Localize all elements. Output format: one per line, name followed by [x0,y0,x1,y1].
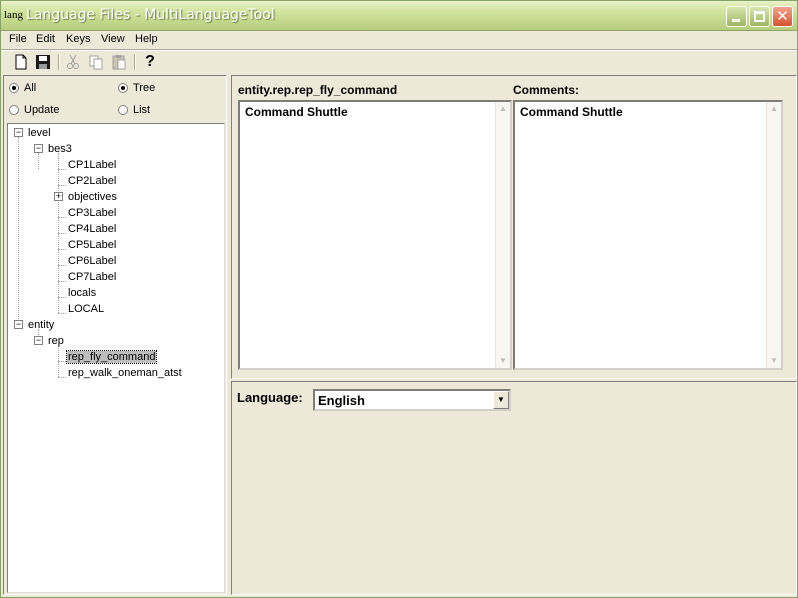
radio-all-indicator[interactable] [9,83,19,93]
menu-edit[interactable]: Edit [36,33,55,45]
tree-node-cp2label[interactable]: CP2Label [68,174,116,188]
minimize-button[interactable] [726,6,747,27]
menu-keys[interactable]: Keys [66,33,90,45]
toolbar: ? [1,51,797,73]
tree-connector [58,249,66,250]
scroll-up-icon[interactable]: ▲ [769,103,779,115]
language-panel: Language: English ▼ [231,381,797,595]
scroll-up-icon[interactable]: ▲ [498,103,508,115]
menu-file[interactable]: File [9,33,27,45]
radio-update-label: Update [24,104,60,116]
save-icon[interactable] [34,53,52,71]
translation-scrollbar[interactable]: ▲ ▼ [495,102,510,368]
minimize-icon [732,19,740,22]
key-path-label: entity.rep.rep_fly_command [238,83,398,97]
tree-connector [58,185,66,186]
maximize-button[interactable] [749,6,770,27]
tree-connector [18,137,19,329]
toolbar-separator [134,54,136,70]
tree-connector [58,233,66,234]
radio-tree[interactable]: Tree [118,82,155,94]
radio-list[interactable]: List [118,104,150,116]
radio-all[interactable]: All [9,82,36,94]
radio-update[interactable]: Update [9,104,59,116]
tree-node-level[interactable]: level [28,126,51,140]
tree-node-cp1label[interactable]: CP1Label [68,158,116,172]
editor-panel: entity.rep.rep_fly_command Comments: Com… [231,75,797,379]
cut-icon[interactable] [64,53,82,71]
tree-connector [38,153,39,169]
tree-node-rep-walk-oneman-atst[interactable]: rep_walk_oneman_atst [68,366,182,380]
tree-node-cp6label[interactable]: CP6Label [68,254,116,268]
toolbar-separator [58,54,60,70]
radio-list-indicator[interactable] [118,105,128,115]
menu-bar: File Edit Keys View Help [1,31,797,49]
tree-node-entity[interactable]: entity [28,318,54,332]
tree-connector [58,265,66,266]
copy-icon[interactable] [87,53,105,71]
app-window: lang Language Files - MultiLanguageTool … [0,0,798,598]
close-button[interactable]: ✕ [772,6,793,27]
tree-connector [58,297,66,298]
close-icon: ✕ [776,7,789,25]
expand-toggle-objectives[interactable]: + [54,192,63,201]
tree-connector [58,169,66,170]
window-title: Language Files - MultiLanguageTool [26,7,275,23]
collapse-toggle-rep[interactable]: − [34,336,43,345]
comments-scrollbar[interactable]: ▲ ▼ [766,102,781,368]
scroll-down-icon[interactable]: ▼ [498,355,508,367]
comments-textbox[interactable]: Command Shuttle ▲ ▼ [513,100,783,370]
menu-help[interactable]: Help [135,33,158,45]
tree-node-bes3[interactable]: bes3 [48,142,72,156]
tree-node-rep[interactable]: rep [48,334,64,348]
radio-tree-indicator[interactable] [118,83,128,93]
collapse-toggle-level[interactable]: − [14,128,23,137]
key-browser-panel: All Tree Update List − − + − − level bes… [3,75,227,595]
title-bar[interactable]: lang Language Files - MultiLanguageTool … [1,1,797,31]
collapse-toggle-entity[interactable]: − [14,320,23,329]
tree-connector [58,313,66,314]
key-tree[interactable]: − − + − − level bes3 CP1Label CP2Label o… [7,123,225,593]
translation-text: Command Shuttle [245,105,348,119]
radio-update-indicator[interactable] [9,105,19,115]
tree-connector [58,217,66,218]
tree-node-locals[interactable]: locals [68,286,96,300]
collapse-toggle-bes3[interactable]: − [34,144,43,153]
tree-node-cp5label[interactable]: CP5Label [68,238,116,252]
tree-node-local[interactable]: LOCAL [68,302,104,316]
tree-connector [58,361,66,362]
new-file-icon[interactable] [12,53,30,71]
tree-node-selected-label: rep_fly_command [65,350,158,364]
chevron-down-icon[interactable]: ▼ [493,391,509,409]
tree-node-cp3label[interactable]: CP3Label [68,206,116,220]
help-icon[interactable]: ? [141,53,159,71]
tree-node-cp7label[interactable]: CP7Label [68,270,116,284]
scroll-down-icon[interactable]: ▼ [769,355,779,367]
radio-list-label: List [133,104,151,116]
comments-label: Comments: [513,83,580,97]
tree-node-objectives[interactable]: objectives [68,190,117,204]
radio-all-label: All [24,82,37,94]
language-label: Language: [237,390,303,405]
translation-textbox[interactable]: Command Shuttle ▲ ▼ [238,100,512,370]
tree-connector [58,281,66,282]
tree-node-rep-fly-command[interactable]: rep_fly_command [65,350,158,364]
tree-connector [58,377,66,378]
maximize-icon [754,11,765,22]
app-icon: lang [4,9,23,21]
radio-tree-label: Tree [133,82,156,94]
language-select-value: English [318,393,365,408]
paste-icon[interactable] [110,53,128,71]
language-select[interactable]: English ▼ [313,389,511,411]
comments-text: Command Shuttle [520,105,623,119]
tree-node-cp4label[interactable]: CP4Label [68,222,116,236]
menu-view[interactable]: View [101,33,125,45]
